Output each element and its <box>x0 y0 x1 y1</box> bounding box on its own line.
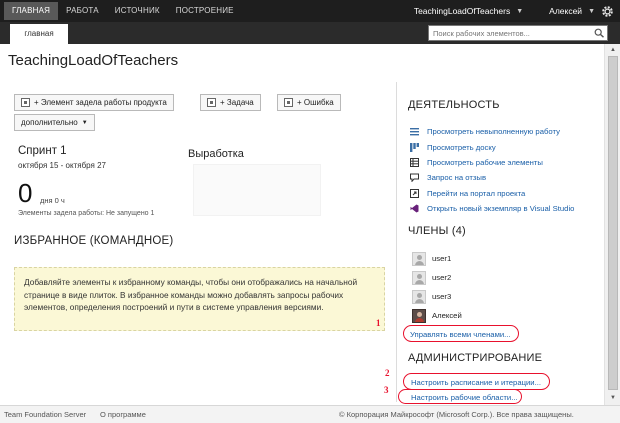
tab-source[interactable]: ИСТОЧНИК <box>107 2 168 20</box>
member-item[interactable]: Алексей <box>412 306 562 325</box>
days-remaining-unit: дня 0 ч <box>40 196 65 205</box>
new-backlog-item-button[interactable]: + Элемент задела работы продукта <box>14 94 174 111</box>
visual-studio-icon <box>410 204 419 213</box>
tab-work[interactable]: РАБОТА <box>58 2 107 20</box>
project-chevron-down-icon[interactable]: ▼ <box>516 8 523 15</box>
secondary-navigation-bar: главная <box>0 22 620 44</box>
sprint-name[interactable]: Спринт 1 <box>18 145 67 157</box>
scroll-thumb[interactable] <box>608 56 618 390</box>
footer: Team Foundation Server О программе © Кор… <box>0 405 620 423</box>
board-icon <box>410 142 419 152</box>
callout-outline-1 <box>403 325 519 342</box>
backlog-item-icon <box>21 98 30 107</box>
portal-icon <box>410 188 419 198</box>
avatar <box>412 270 426 285</box>
member-name: user1 <box>432 254 452 263</box>
activity-link-board[interactable]: Просмотреть доску <box>410 139 600 154</box>
days-remaining-count: 0 <box>18 178 33 208</box>
user-menu[interactable]: Алексей <box>549 6 582 16</box>
search-icon[interactable] <box>594 28 605 38</box>
gear-icon[interactable] <box>601 5 614 18</box>
favorites-placeholder: Добавляйте элементы к избранному команды… <box>14 267 385 331</box>
main-nav-tabs: ГЛАВНАЯ РАБОТА ИСТОЧНИК ПОСТРОЕНИЕ <box>4 2 242 20</box>
member-item[interactable]: user1 <box>412 249 562 268</box>
member-item[interactable]: user2 <box>412 268 562 287</box>
new-task-label: + Задача <box>220 98 254 107</box>
activity-label: Просмотреть рабочие элементы <box>427 157 543 167</box>
burndown-chart[interactable] <box>193 164 321 216</box>
feedback-icon <box>410 173 419 183</box>
callout-number-1: 1 <box>376 318 381 328</box>
activity-link-portal[interactable]: Перейти на портал проекта <box>410 186 600 201</box>
activity-label: Перейти на портал проекта <box>427 188 526 198</box>
footer-copyright: © Корпорация Майкрософт (Microsoft Corp.… <box>339 410 574 419</box>
activity-list: Просмотреть невыполненную работу Просмот… <box>410 124 600 216</box>
avatar <box>412 251 426 266</box>
callout-number-3: 3 <box>384 385 389 395</box>
footer-product: Team Foundation Server <box>4 410 87 419</box>
tab-home[interactable]: ГЛАВНАЯ <box>4 2 59 20</box>
task-icon <box>207 98 216 107</box>
sprint-dates: октября 15 - октября 27 <box>18 161 106 170</box>
scroll-down-arrow-icon[interactable]: ▼ <box>609 394 617 402</box>
new-bug-button[interactable]: + Ошибка <box>277 94 341 111</box>
new-bug-label: + Ошибка <box>297 98 334 107</box>
vertical-scrollbar[interactable]: ▲ ▼ <box>604 44 620 405</box>
avatar <box>412 308 426 323</box>
activity-link-backlog[interactable]: Просмотреть невыполненную работу <box>410 124 600 139</box>
more-label: дополнительно <box>21 118 78 127</box>
right-panel-divider <box>396 82 397 402</box>
callout-number-2: 2 <box>385 368 390 378</box>
members-list: user1 user2 user3 Алексей <box>412 249 562 325</box>
members-heading: ЧЛЕНЫ (4) <box>408 225 466 237</box>
grid-icon <box>410 157 419 167</box>
activity-link-work-items[interactable]: Просмотреть рабочие элементы <box>410 155 600 170</box>
new-backlog-item-label: + Элемент задела работы продукта <box>34 98 167 107</box>
member-item[interactable]: user3 <box>412 287 562 306</box>
sprint-status: Элементы задела работы: Не запущено 1 <box>18 210 155 217</box>
activity-label: Просмотреть невыполненную работу <box>427 127 560 137</box>
avatar <box>412 289 426 304</box>
search-input[interactable] <box>429 26 589 40</box>
callout-outline-3 <box>398 389 522 404</box>
activity-label: Запрос на отзыв <box>427 173 487 183</box>
list-icon <box>410 127 419 136</box>
tab-build[interactable]: ПОСТРОЕНИЕ <box>168 2 242 20</box>
member-name: user3 <box>432 292 452 301</box>
top-navigation-bar: ГЛАВНАЯ РАБОТА ИСТОЧНИК ПОСТРОЕНИЕ Teach… <box>0 0 620 22</box>
activity-label: Просмотреть доску <box>427 142 496 152</box>
project-selector[interactable]: TeachingLoadOfTeachers <box>414 6 510 16</box>
scroll-up-arrow-icon[interactable]: ▲ <box>609 46 617 54</box>
admin-heading: АДМИНИСТРИРОВАНИЕ <box>408 352 543 364</box>
bug-icon <box>284 98 293 107</box>
top-right-controls: TeachingLoadOfTeachers ▼ Алексей ▼ <box>414 0 614 22</box>
about-link[interactable]: О программе <box>100 410 146 419</box>
more-button[interactable]: дополнительно ▼ <box>14 114 95 131</box>
page-title: TeachingLoadOfTeachers <box>8 52 179 69</box>
more-chevron-down-icon: ▼ <box>81 119 88 126</box>
activity-label: Открыть новый экземпляр в Visual Studio <box>427 204 575 214</box>
member-name: Алексей <box>432 311 462 320</box>
new-task-button[interactable]: + Задача <box>200 94 261 111</box>
user-chevron-down-icon[interactable]: ▼ <box>588 8 595 15</box>
search-box <box>428 25 608 41</box>
burndown-title: Выработка <box>188 148 244 160</box>
activity-link-feedback[interactable]: Запрос на отзыв <box>410 170 600 185</box>
activity-link-visual-studio[interactable]: Открыть новый экземпляр в Visual Studio <box>410 201 600 216</box>
favorites-heading: ИЗБРАННОЕ (КОМАНДНОЕ) <box>14 235 174 247</box>
callout-outline-2 <box>403 373 550 390</box>
tab-home-sub[interactable]: главная <box>10 24 68 44</box>
activity-heading: ДЕЯТЕЛЬНОСТЬ <box>408 99 500 111</box>
member-name: user2 <box>432 273 452 282</box>
